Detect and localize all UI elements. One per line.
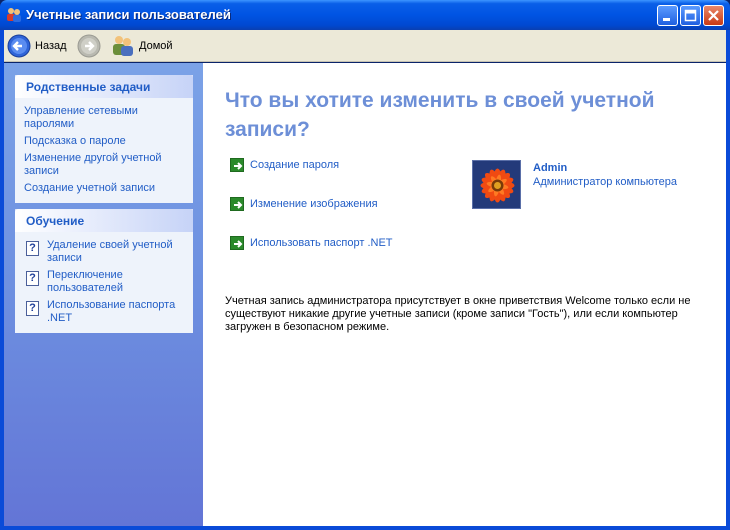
window-frame-bottom (0, 526, 730, 530)
window-title: Учетные записи пользователей (26, 7, 231, 22)
forward-icon (77, 34, 101, 58)
learn-link[interactable]: ? Переключение пользователей (15, 267, 193, 297)
learn-panel: Обучение ? Удаление своей учетной записи… (15, 209, 193, 333)
back-icon (7, 34, 31, 58)
net-passport-label: Использовать паспорт .NET (250, 237, 393, 249)
close-icon (708, 10, 719, 21)
account-name[interactable]: Admin (533, 162, 677, 174)
learn-title[interactable]: Обучение (15, 209, 193, 232)
related-task-link[interactable]: Создание учетной записи (15, 180, 193, 197)
minimize-button[interactable] (657, 5, 678, 26)
related-tasks-title[interactable]: Родственные задачи (15, 75, 193, 98)
maximize-icon (684, 9, 697, 22)
green-arrow-icon (230, 236, 244, 250)
home-label: Домой (139, 40, 173, 52)
info-note: Учетная запись администратора присутству… (225, 295, 691, 333)
account-role: Администратор компьютера (533, 176, 677, 188)
net-passport-link[interactable]: Использовать паспорт .NET (230, 236, 393, 250)
toolbar: Назад Домой (4, 30, 726, 62)
related-task-link[interactable]: Подсказка о пароле (15, 133, 193, 150)
home-button[interactable]: Домой (111, 33, 173, 59)
learn-link[interactable]: ? Удаление своей учетной записи (15, 237, 193, 267)
help-icon: ? (26, 301, 39, 316)
home-users-icon (113, 36, 133, 56)
back-label: Назад (35, 40, 67, 52)
related-task-link[interactable]: Изменение другой учетной записи (15, 150, 193, 180)
account-card[interactable]: Admin Администратор компьютера (472, 160, 677, 209)
flower-avatar-icon[interactable] (472, 160, 521, 209)
learn-link-label: Удаление своей учетной записи (47, 239, 173, 264)
main-content: Что вы хотите изменить в своей учетной з… (203, 63, 726, 526)
change-picture-link[interactable]: Изменение изображения (230, 197, 378, 211)
minimize-icon (663, 18, 670, 21)
learn-link-label: Переключение пользователей (47, 269, 123, 294)
users-icon (6, 7, 22, 23)
back-button[interactable]: Назад (7, 33, 67, 59)
window-frame-right (726, 30, 730, 530)
change-picture-label: Изменение изображения (250, 198, 378, 210)
maximize-button[interactable] (680, 5, 701, 26)
create-password-link[interactable]: Создание пароля (230, 158, 339, 172)
green-arrow-icon (230, 197, 244, 211)
help-icon: ? (26, 241, 39, 256)
page-heading: Что вы хотите изменить в своей учетной з… (225, 89, 655, 141)
related-task-link[interactable]: Управление сетевыми паролями (15, 103, 193, 133)
create-password-label: Создание пароля (250, 159, 340, 171)
close-button[interactable] (703, 5, 724, 26)
learn-link[interactable]: ? Использование паспорта .NET (15, 297, 193, 327)
title-bar[interactable]: Учетные записи пользователей (0, 0, 730, 30)
green-arrow-icon (230, 158, 244, 172)
window: Учетные записи пользователей Назад Домой… (0, 0, 730, 530)
help-icon: ? (26, 271, 39, 286)
related-tasks-panel: Родственные задачи Управление сетевыми п… (15, 75, 193, 203)
task-pane: Родственные задачи Управление сетевыми п… (4, 63, 203, 526)
learn-link-label: Использование паспорта .NET (47, 299, 176, 324)
forward-button[interactable] (77, 33, 101, 59)
